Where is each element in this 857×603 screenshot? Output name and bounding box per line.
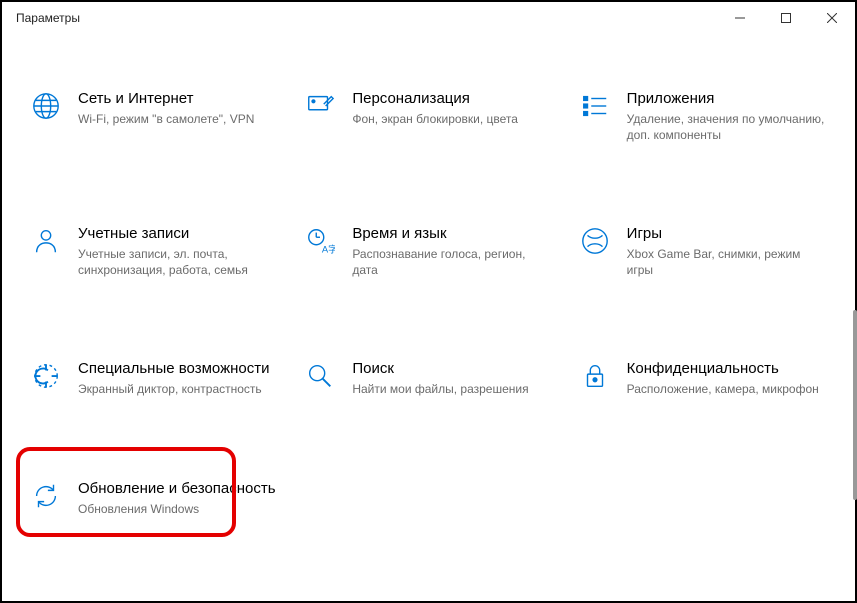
minimize-icon [735, 13, 745, 23]
search-icon [304, 360, 336, 392]
svg-text:A字: A字 [322, 243, 335, 254]
tile-title: Игры [627, 225, 827, 243]
tile-desc: Xbox Game Bar, снимки, режим игры [627, 247, 827, 278]
window-controls [717, 2, 855, 34]
tile-title: Время и язык [352, 225, 552, 243]
tile-desc: Wi-Fi, режим "в самолете", VPN [78, 112, 254, 128]
apps-list-icon [579, 90, 611, 122]
tile-ease-of-access[interactable]: Специальные возможности Экранный диктор,… [22, 354, 286, 404]
tile-desc: Фон, экран блокировки, цвета [352, 112, 518, 128]
tile-personalization[interactable]: Персонализация Фон, экран блокировки, цв… [296, 84, 560, 149]
tile-title: Учетные записи [78, 225, 278, 243]
tile-desc: Обновления Windows [78, 502, 276, 518]
tile-desc: Распознавание голоса, регион, дата [352, 247, 552, 278]
tile-gaming[interactable]: Игры Xbox Game Bar, снимки, режим игры [571, 219, 835, 284]
globe-icon [30, 90, 62, 122]
person-icon [30, 225, 62, 257]
update-icon [30, 480, 62, 512]
xbox-icon [579, 225, 611, 257]
close-icon [827, 13, 837, 23]
lock-icon [579, 360, 611, 392]
minimize-button[interactable] [717, 2, 763, 34]
tile-title: Персонализация [352, 90, 518, 108]
paintbrush-icon [304, 90, 336, 122]
tile-desc: Учетные записи, эл. почта, синхронизация… [78, 247, 278, 278]
tile-desc: Удаление, значения по умолчанию, доп. ко… [627, 112, 827, 143]
tile-title: Сеть и Интернет [78, 90, 254, 108]
maximize-button[interactable] [763, 2, 809, 34]
tile-network[interactable]: Сеть и Интернет Wi-Fi, режим "в самолете… [22, 84, 286, 149]
clock-language-icon: A字 [304, 225, 336, 257]
tile-title: Поиск [352, 360, 528, 378]
tile-title: Специальные возможности [78, 360, 270, 378]
titlebar: Параметры [2, 2, 855, 34]
settings-grid: Сеть и Интернет Wi-Fi, режим "в самолете… [22, 84, 835, 524]
tile-desc: Экранный диктор, контрастность [78, 382, 270, 398]
tile-update-security[interactable]: Обновление и безопасность Обновления Win… [22, 474, 286, 524]
close-button[interactable] [809, 2, 855, 34]
tile-privacy[interactable]: Конфиденциальность Расположение, камера,… [571, 354, 835, 404]
tile-apps[interactable]: Приложения Удаление, значения по умолчан… [571, 84, 835, 149]
tile-desc: Расположение, камера, микрофон [627, 382, 819, 398]
tile-time-language[interactable]: A字 Время и язык Распознавание голоса, ре… [296, 219, 560, 284]
tile-title: Приложения [627, 90, 827, 108]
ease-of-access-icon [30, 360, 62, 392]
tile-desc: Найти мои файлы, разрешения [352, 382, 528, 398]
tile-title: Обновление и безопасность [78, 480, 276, 498]
tile-accounts[interactable]: Учетные записи Учетные записи, эл. почта… [22, 219, 286, 284]
maximize-icon [781, 13, 791, 23]
tile-title: Конфиденциальность [627, 360, 819, 378]
content-area: Сеть и Интернет Wi-Fi, режим "в самолете… [2, 34, 855, 601]
scrollbar-thumb[interactable] [853, 310, 857, 500]
tile-search[interactable]: Поиск Найти мои файлы, разрешения [296, 354, 560, 404]
window-title: Параметры [16, 11, 717, 25]
